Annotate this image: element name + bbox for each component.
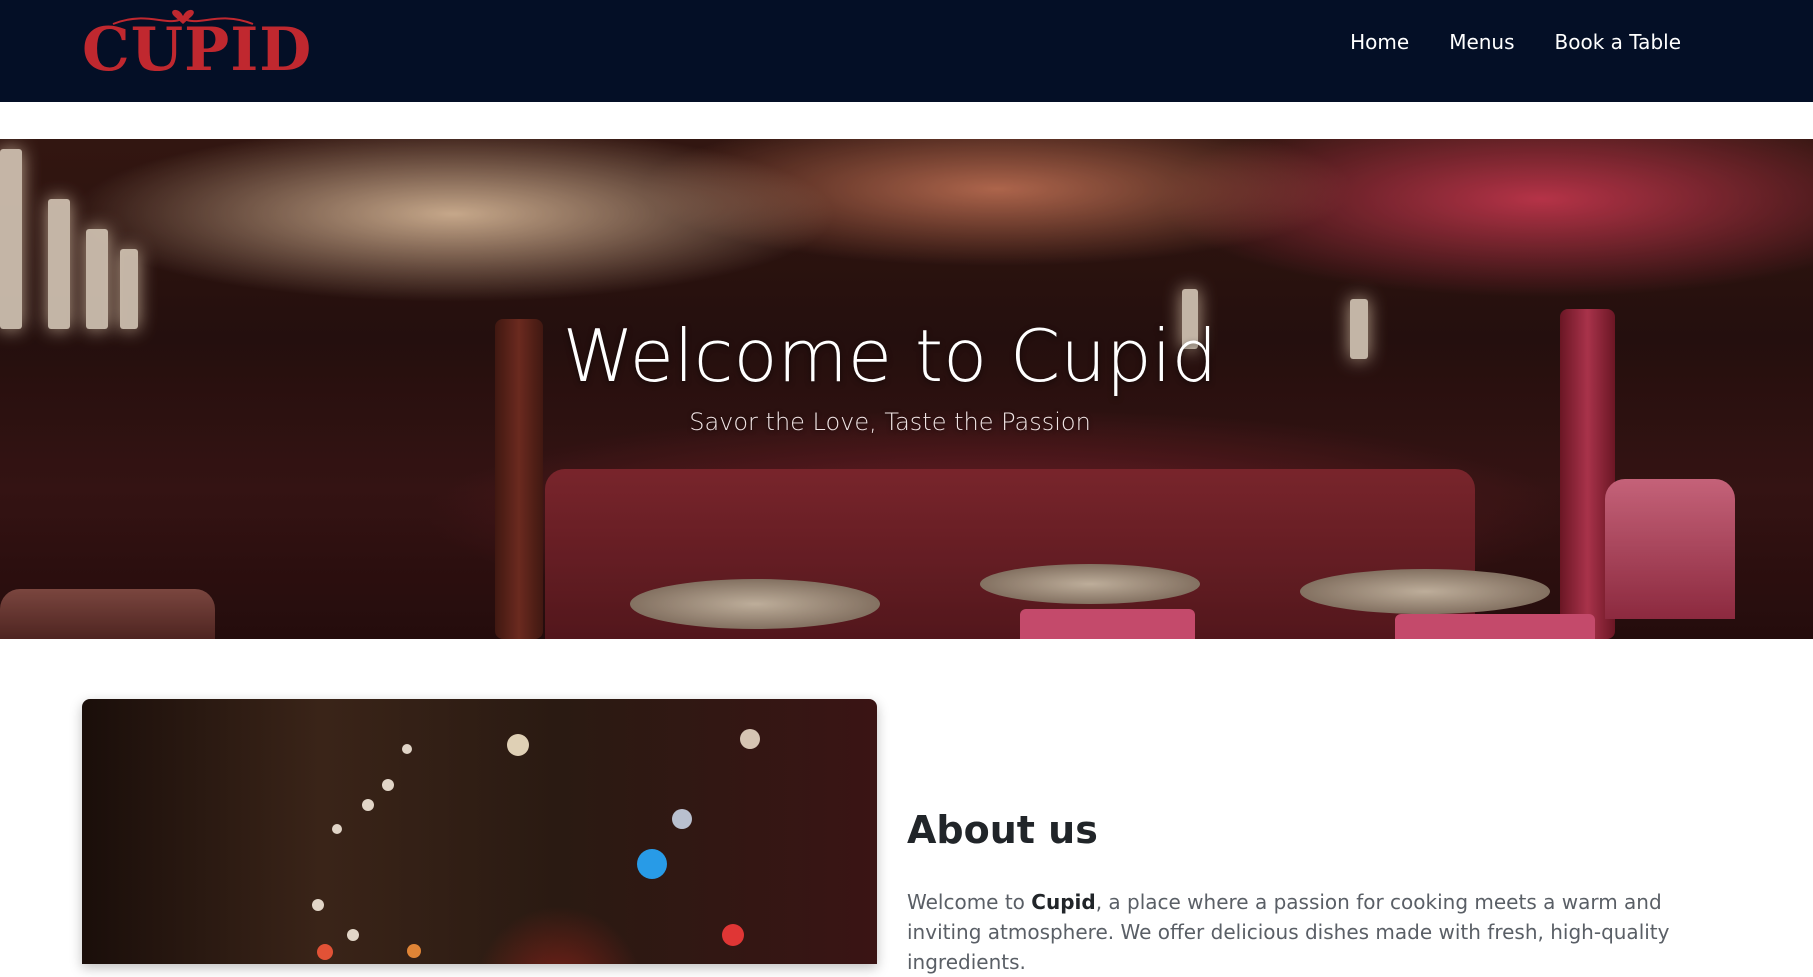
about-image bbox=[82, 699, 877, 964]
nav-link-home[interactable]: Home bbox=[1350, 28, 1409, 56]
about-title: About us bbox=[907, 808, 1098, 852]
cupid-logo[interactable]: CUPID bbox=[78, 2, 311, 90]
nav-link-book-a-table[interactable]: Book a Table bbox=[1555, 28, 1681, 56]
nav-link-menus[interactable]: Menus bbox=[1449, 28, 1514, 56]
logo-text: CUPID bbox=[82, 15, 313, 85]
hero-subtitle: Savor the Love, Taste the Passion bbox=[689, 408, 1091, 436]
brand-name-bold: Cupid bbox=[1031, 890, 1096, 914]
hero-banner: Welcome to Cupid Savor the Love, Taste t… bbox=[0, 139, 1813, 639]
navbar: CUPID Home Menus Book a Table bbox=[0, 0, 1813, 102]
nav-links: Home Menus Book a Table bbox=[1350, 28, 1681, 56]
hero-title: Welcome to Cupid bbox=[562, 314, 1218, 398]
